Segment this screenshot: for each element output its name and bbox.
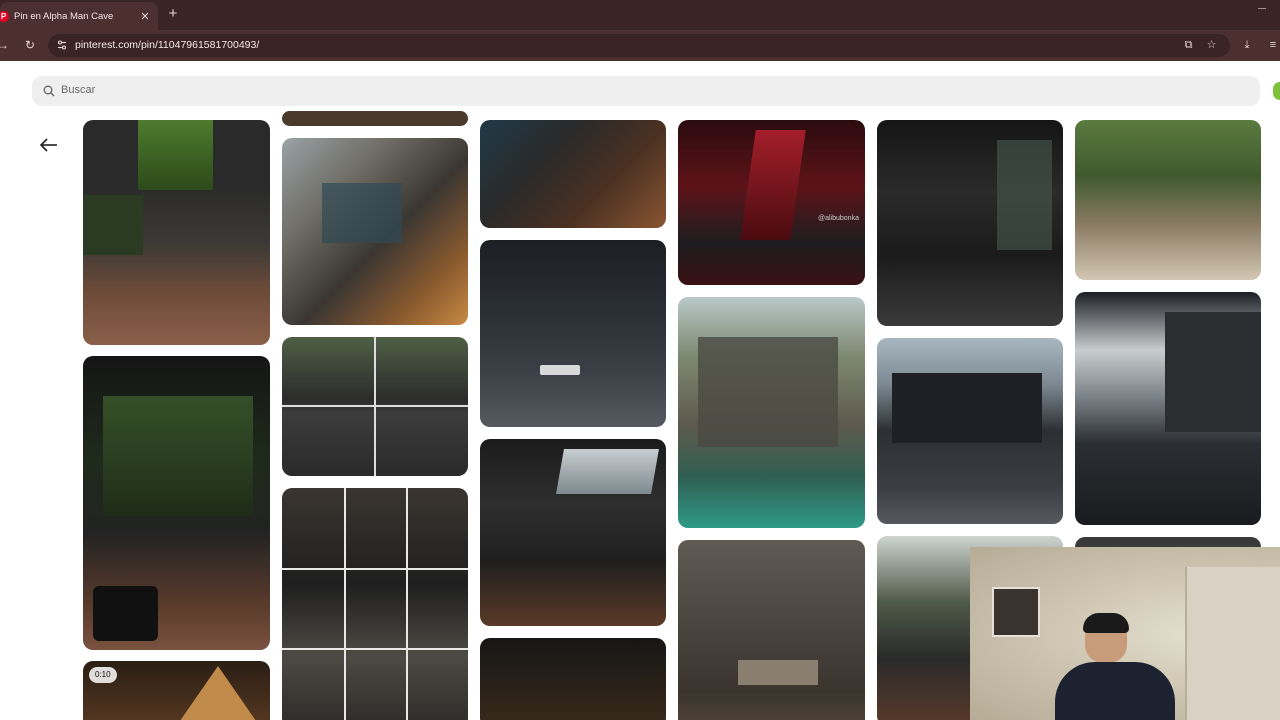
tab-close-icon[interactable]: ✕ (138, 10, 152, 23)
pin-red-black-gothic-house[interactable]: @alibubonka (678, 120, 865, 285)
pinterest-favicon-icon: P (0, 10, 9, 22)
webcam-overlay (970, 547, 1280, 720)
pin-dark-glass-living-room[interactable] (83, 356, 270, 650)
search-bar[interactable]: Buscar (32, 76, 1260, 106)
pinterest-page: Buscar 0:10 @alibubonka (0, 61, 1280, 720)
bookmark-star-icon[interactable]: ☆ (1205, 39, 1218, 52)
profile-avatar[interactable] (1273, 82, 1280, 100)
webcam-wall-frame (992, 587, 1040, 637)
browser-toolbar: → ↻ pinterest.com/pin/11047961581700493/… (0, 30, 1280, 61)
pin-dark-interior-skylight[interactable] (83, 120, 270, 345)
video-duration-badge: 0:10 (89, 667, 117, 683)
new-tab-icon[interactable]: + (164, 5, 182, 23)
search-icon (43, 85, 55, 97)
address-bar[interactable]: pinterest.com/pin/11047961581700493/ ⧉ ☆ (48, 34, 1230, 57)
pin-cave-living-room[interactable] (1075, 292, 1261, 525)
reload-icon[interactable]: ↻ (23, 38, 37, 52)
url-text[interactable]: pinterest.com/pin/11047961581700493/ (75, 39, 259, 51)
site-settings-icon[interactable] (56, 39, 68, 51)
webcam-door (1185, 567, 1280, 720)
pin-modern-house-pool[interactable] (678, 297, 865, 528)
pin-dark-ceiling-lights[interactable] (480, 638, 666, 720)
pin-collage-dark-rooms[interactable] (282, 488, 468, 720)
image-watermark: @alibubonka (818, 215, 859, 222)
webcam-person (1055, 613, 1175, 720)
pin-collage-living-rooms[interactable] (282, 337, 468, 476)
pin-video-interior[interactable]: 0:10 (83, 661, 270, 720)
pin-dark-loft-car[interactable] (877, 120, 1063, 326)
forward-arrow-icon[interactable]: → (0, 38, 10, 52)
install-app-icon[interactable]: ⧉ (1182, 39, 1195, 52)
pin-cave-lounge[interactable] (480, 240, 666, 427)
pin-modern-house-cars[interactable] (877, 338, 1063, 524)
browser-tab-bar: P Pin en Alpha Man Cave ✕ + (0, 0, 1280, 30)
pin-skylight-lounge[interactable] (480, 439, 666, 626)
tab-title: Pin en Alpha Man Cave (14, 10, 114, 22)
pin-forest-lounge[interactable] (1075, 120, 1261, 280)
minimize-window-icon[interactable] (1258, 8, 1266, 9)
download-icon[interactable]: ⤓ (1240, 38, 1254, 52)
search-placeholder: Buscar (61, 84, 96, 96)
pin-stone-bedroom[interactable] (678, 540, 865, 720)
pin-aerial-dark-room[interactable] (480, 120, 666, 228)
reading-list-icon[interactable]: ≡ (1266, 38, 1280, 52)
browser-tab[interactable]: P Pin en Alpha Man Cave ✕ (0, 2, 158, 30)
back-arrow-icon[interactable] (38, 134, 60, 156)
pin-column2-top[interactable] (282, 111, 468, 126)
pin-aerial-glass-loft[interactable] (282, 138, 468, 325)
